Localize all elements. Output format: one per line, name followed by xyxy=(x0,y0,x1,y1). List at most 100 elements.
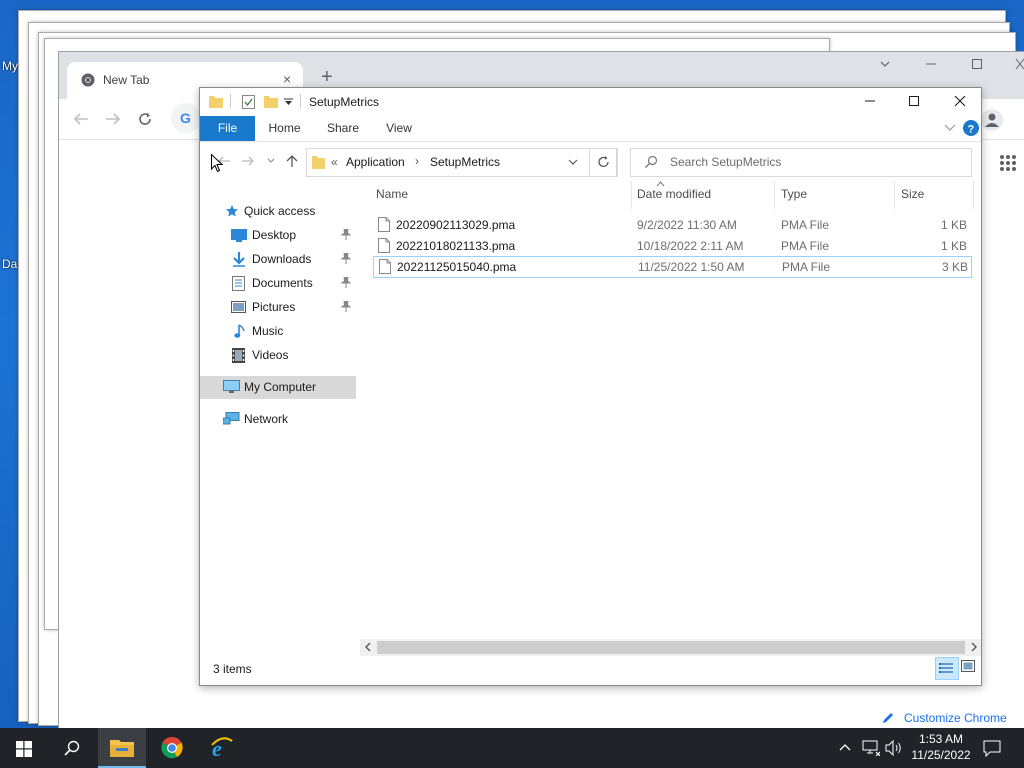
search-placeholder: Search SetupMetrics xyxy=(670,155,782,169)
notifications-icon[interactable] xyxy=(983,740,1001,757)
breadcrumb-item-setupmetrics[interactable]: SetupMetrics xyxy=(430,155,500,169)
file-size: 3 KB xyxy=(941,260,968,274)
ribbon-tab-home[interactable]: Home xyxy=(262,116,307,141)
column-header-date-modified[interactable]: Date modified xyxy=(637,187,711,201)
customize-chrome-button[interactable]: Customize Chrome xyxy=(877,708,1024,730)
pin-icon[interactable] xyxy=(341,301,351,312)
breadcrumb-overflow[interactable]: « xyxy=(331,155,338,169)
breadcrumb-item-application[interactable]: Application xyxy=(346,155,405,169)
file-row[interactable]: 20221018021133.pma 10/18/2022 2:11 AM PM… xyxy=(374,236,971,256)
clock[interactable]: 1:53 AM 11/25/2022 xyxy=(908,731,974,763)
file-name: 20221018021133.pma xyxy=(396,239,516,253)
nav-item-quick-access[interactable]: Quick access xyxy=(200,200,356,222)
nav-item-documents[interactable]: Documents xyxy=(200,272,356,294)
desktop-icon-label[interactable]: Da xyxy=(2,257,17,271)
nav-item-my-computer[interactable]: My Computer xyxy=(200,376,356,399)
quick-access-toolbar-dropdown-icon[interactable] xyxy=(284,98,293,106)
large-icons-view-button[interactable] xyxy=(961,660,975,672)
nav-label-videos: Videos xyxy=(252,348,289,362)
ribbon-tab-file[interactable]: File xyxy=(200,116,255,141)
column-header-name[interactable]: Name xyxy=(376,187,408,201)
new-folder-icon[interactable] xyxy=(264,95,278,108)
nav-item-downloads[interactable]: Downloads xyxy=(200,248,356,270)
file-type: PMA File xyxy=(782,260,831,274)
nav-label-documents: Documents xyxy=(252,276,313,290)
address-bar[interactable]: « Application › SetupMetrics xyxy=(306,148,617,177)
file-type: PMA File xyxy=(781,239,830,253)
column-separator[interactable] xyxy=(631,181,632,209)
computer-monitor-icon xyxy=(223,380,240,394)
nav-item-desktop[interactable]: Desktop xyxy=(200,224,356,246)
file-row[interactable]: 20220902113029.pma 9/2/2022 11:30 AM PMA… xyxy=(374,215,971,235)
volume-icon[interactable] xyxy=(885,740,903,756)
scrollbar-thumb[interactable] xyxy=(377,641,965,654)
refresh-icon xyxy=(597,155,610,169)
nav-item-network[interactable]: Network xyxy=(200,408,356,430)
maximize-icon[interactable] xyxy=(971,58,983,70)
scroll-right-arrow-icon[interactable] xyxy=(971,642,978,652)
maximize-icon[interactable] xyxy=(908,95,920,107)
nav-item-music[interactable]: Music xyxy=(200,320,356,342)
ribbon-tab-view[interactable]: View xyxy=(378,116,420,141)
minimize-icon[interactable] xyxy=(925,58,937,70)
forward-arrow-icon[interactable] xyxy=(105,112,121,126)
breadcrumb-separator[interactable]: › xyxy=(415,154,419,168)
file-date: 11/25/2022 1:50 AM xyxy=(638,260,745,274)
new-tab-button[interactable]: + xyxy=(321,66,333,89)
minimize-icon[interactable] xyxy=(864,95,876,107)
nav-item-pictures[interactable]: Pictures xyxy=(200,296,356,318)
refresh-button[interactable] xyxy=(589,148,618,177)
nav-item-videos[interactable]: Videos xyxy=(200,344,356,366)
ribbon-tab-share[interactable]: Share xyxy=(320,116,366,141)
pin-icon[interactable] xyxy=(341,229,351,240)
network-status-icon[interactable] xyxy=(862,740,880,756)
chrome-logo-icon xyxy=(81,73,95,87)
help-icon[interactable]: ? xyxy=(963,120,979,136)
details-view-button[interactable] xyxy=(935,657,959,680)
search-button[interactable] xyxy=(48,728,96,768)
reload-icon[interactable] xyxy=(137,111,153,127)
column-separator[interactable] xyxy=(894,181,895,209)
chevron-down-icon[interactable] xyxy=(879,58,891,70)
network-icon xyxy=(223,412,240,426)
recent-locations-chevron-icon[interactable] xyxy=(267,158,275,164)
file-list: Name Date modified Type Size 20220902113… xyxy=(360,181,981,641)
show-hidden-icons-chevron-icon[interactable] xyxy=(839,743,851,751)
back-arrow-icon[interactable] xyxy=(73,112,89,126)
profile-avatar-icon[interactable] xyxy=(981,109,1003,131)
column-separator[interactable] xyxy=(774,181,775,209)
address-dropdown-chevron-icon[interactable] xyxy=(568,159,578,166)
close-icon[interactable] xyxy=(1015,58,1024,70)
file-explorer-window: SetupMetrics File Home Share View ? « Ap… xyxy=(199,87,982,686)
apps-grid-icon[interactable] xyxy=(999,154,1017,172)
scroll-left-arrow-icon[interactable] xyxy=(364,642,371,652)
column-header-size[interactable]: Size xyxy=(901,187,924,201)
file-row[interactable]: 20221125015040.pma 11/25/2022 1:50 AM PM… xyxy=(373,256,972,278)
taskbar-internet-explorer[interactable]: e xyxy=(198,728,246,768)
properties-check-icon[interactable] xyxy=(242,95,255,109)
search-box[interactable]: Search SetupMetrics xyxy=(630,148,972,177)
up-arrow-icon[interactable] xyxy=(286,154,298,168)
taskbar: e 1:53 AM 11/25/2022 xyxy=(0,728,1024,768)
ribbon-expand-chevron-icon[interactable] xyxy=(944,124,956,132)
horizontal-scrollbar[interactable] xyxy=(360,639,981,656)
documents-icon xyxy=(232,276,245,291)
start-button[interactable] xyxy=(0,728,48,768)
close-icon[interactable] xyxy=(954,95,966,107)
pin-icon[interactable] xyxy=(341,253,351,264)
file-type: PMA File xyxy=(781,218,830,232)
pin-icon[interactable] xyxy=(341,277,351,288)
column-header-type[interactable]: Type xyxy=(781,187,807,201)
forward-arrow-icon[interactable] xyxy=(241,155,255,167)
star-icon xyxy=(225,204,239,218)
close-tab-icon[interactable]: × xyxy=(283,71,291,87)
google-icon[interactable]: G xyxy=(171,103,201,133)
windows-logo-icon xyxy=(16,741,32,757)
desktop-icon-label[interactable]: My xyxy=(2,59,18,73)
file-icon xyxy=(378,238,390,253)
taskbar-file-explorer[interactable] xyxy=(98,728,146,768)
nav-label-music: Music xyxy=(252,324,284,338)
nav-label-desktop: Desktop xyxy=(252,228,297,242)
column-separator[interactable] xyxy=(973,181,974,209)
taskbar-chrome[interactable] xyxy=(148,728,196,768)
